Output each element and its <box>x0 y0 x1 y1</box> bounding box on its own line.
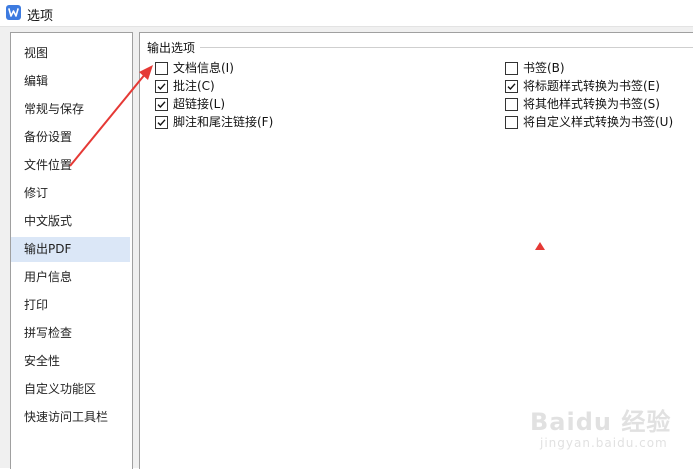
sidebar-item-view[interactable]: 视图 <box>11 41 130 66</box>
footnote-links-checkbox[interactable] <box>155 115 168 129</box>
option-heading-styles-to-bookmarks[interactable]: 将标题样式转换为书签(E) <box>505 77 660 95</box>
options-sidebar: 视图 编辑 常规与保存 备份设置 文件位置 修订 中文版式 输出PDF 用户信息… <box>10 32 133 469</box>
sidebar-item-print[interactable]: 打印 <box>11 293 130 318</box>
output-options-title: 输出选项 <box>147 39 200 56</box>
other-styles-label: 将其他样式转换为书签(S) <box>523 97 660 111</box>
document-info-checkbox[interactable] <box>155 61 168 75</box>
sidebar-item-output-pdf[interactable]: 输出PDF <box>11 237 130 262</box>
sidebar-item-quick-access-toolbar[interactable]: 快速访问工具栏 <box>11 405 130 430</box>
checkmark-icon <box>507 82 516 90</box>
checkmark-icon <box>157 100 166 108</box>
sidebar-item-general-save[interactable]: 常规与保存 <box>11 97 130 122</box>
option-bookmarks[interactable]: 书签(B) <box>505 59 565 77</box>
sidebar-item-customize-ribbon[interactable]: 自定义功能区 <box>11 377 130 402</box>
sidebar-item-user-info[interactable]: 用户信息 <box>11 265 130 290</box>
option-other-styles-to-bookmarks[interactable]: 将其他样式转换为书签(S) <box>505 95 660 113</box>
footnote-links-label: 脚注和尾注链接(F) <box>173 115 274 129</box>
window-title: 选项 <box>27 9 54 24</box>
options-dialog-body: 视图 编辑 常规与保存 备份设置 文件位置 修订 中文版式 输出PDF 用户信息… <box>0 27 693 469</box>
other-styles-checkbox[interactable] <box>505 97 518 111</box>
sidebar-item-security[interactable]: 安全性 <box>11 349 130 374</box>
option-custom-styles-to-bookmarks[interactable]: 将自定义样式转换为书签(U) <box>505 113 673 131</box>
bookmarks-label: 书签(B) <box>523 61 565 75</box>
sidebar-item-edit[interactable]: 编辑 <box>11 69 130 94</box>
sidebar-item-backup[interactable]: 备份设置 <box>11 125 130 150</box>
option-footnote-links[interactable]: 脚注和尾注链接(F) <box>155 113 273 131</box>
sidebar-item-revision[interactable]: 修订 <box>11 181 130 206</box>
output-pdf-panel: 输出选项 文档信息(I) 批注(C) 超链接(L) 脚注和尾注链接(F) 书签(… <box>139 32 693 469</box>
custom-styles-label: 将自定义样式转换为书签(U) <box>523 115 674 129</box>
option-hyperlinks[interactable]: 超链接(L) <box>155 95 225 113</box>
checkmark-icon <box>157 118 166 126</box>
bookmarks-checkbox[interactable] <box>505 61 518 75</box>
comments-label: 批注(C) <box>173 79 215 93</box>
option-document-info[interactable]: 文档信息(I) <box>155 59 234 77</box>
hyperlinks-checkbox[interactable] <box>155 97 168 111</box>
sidebar-item-chinese-layout[interactable]: 中文版式 <box>11 209 130 234</box>
comments-checkbox[interactable] <box>155 79 168 93</box>
document-info-label: 文档信息(I) <box>173 61 234 75</box>
title-bar: 选项 <box>0 0 693 27</box>
checkmark-icon <box>157 82 166 90</box>
heading-styles-checkbox[interactable] <box>505 79 518 93</box>
custom-styles-checkbox[interactable] <box>505 115 518 129</box>
hyperlinks-label: 超链接(L) <box>173 97 226 111</box>
group-divider <box>200 47 693 48</box>
wps-app-icon <box>6 5 21 20</box>
heading-styles-label: 将标题样式转换为书签(E) <box>523 79 660 93</box>
sidebar-item-file-location[interactable]: 文件位置 <box>11 153 130 178</box>
sidebar-item-spell-check[interactable]: 拼写检查 <box>11 321 130 346</box>
option-comments[interactable]: 批注(C) <box>155 77 215 95</box>
